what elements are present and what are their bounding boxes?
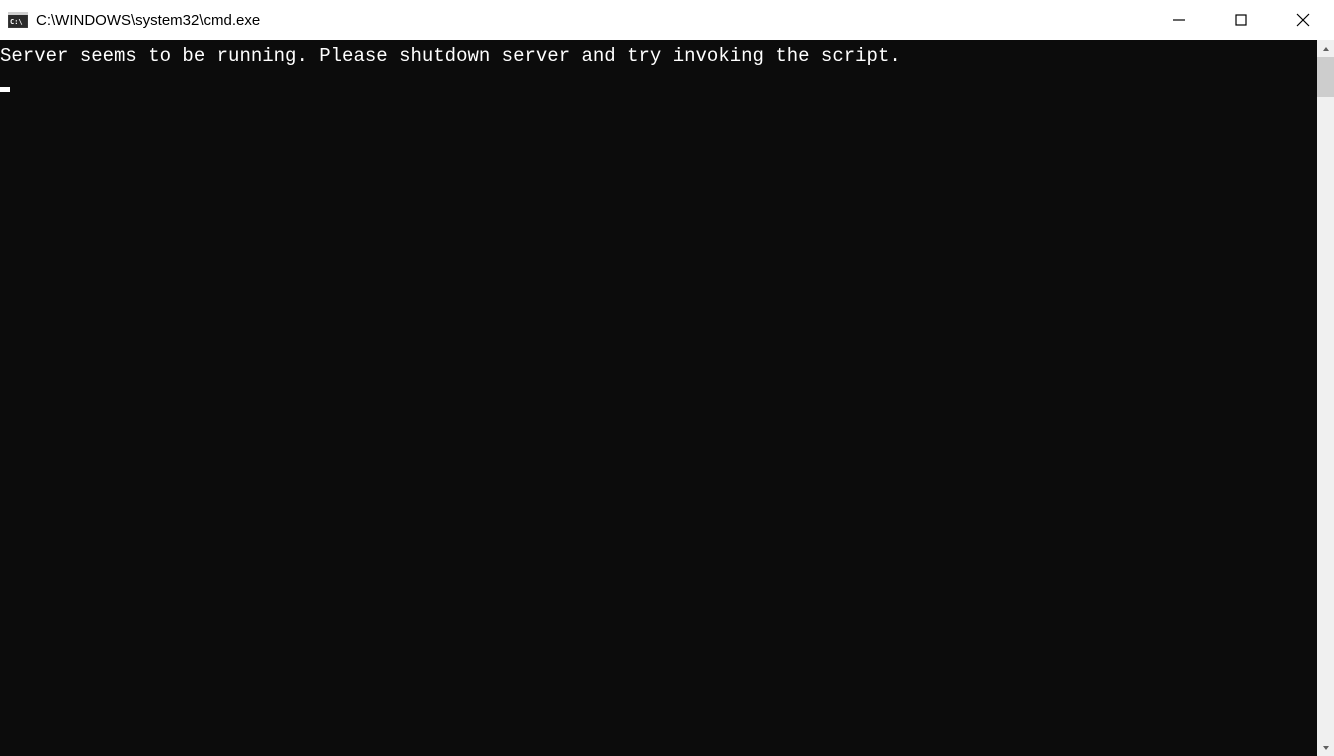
terminal-line: Server seems to be running. Please shutd… (0, 44, 1317, 68)
close-button[interactable] (1272, 0, 1334, 40)
maximize-button[interactable] (1210, 0, 1272, 40)
terminal-output[interactable]: Server seems to be running. Please shutd… (0, 40, 1317, 756)
scroll-track[interactable] (1317, 57, 1334, 739)
terminal-cursor (0, 87, 10, 92)
scroll-up-arrow-icon[interactable] (1317, 40, 1334, 57)
vertical-scrollbar[interactable] (1317, 40, 1334, 756)
terminal-area: Server seems to be running. Please shutd… (0, 40, 1334, 756)
svg-text:C:\: C:\ (10, 18, 23, 26)
cmd-icon: C:\ (8, 12, 28, 28)
window-title: C:\WINDOWS\system32\cmd.exe (36, 12, 260, 29)
window-titlebar: C:\ C:\WINDOWS\system32\cmd.exe (0, 0, 1334, 40)
window-controls (1148, 0, 1334, 40)
minimize-button[interactable] (1148, 0, 1210, 40)
scroll-down-arrow-icon[interactable] (1317, 739, 1334, 756)
scroll-thumb[interactable] (1317, 57, 1334, 97)
